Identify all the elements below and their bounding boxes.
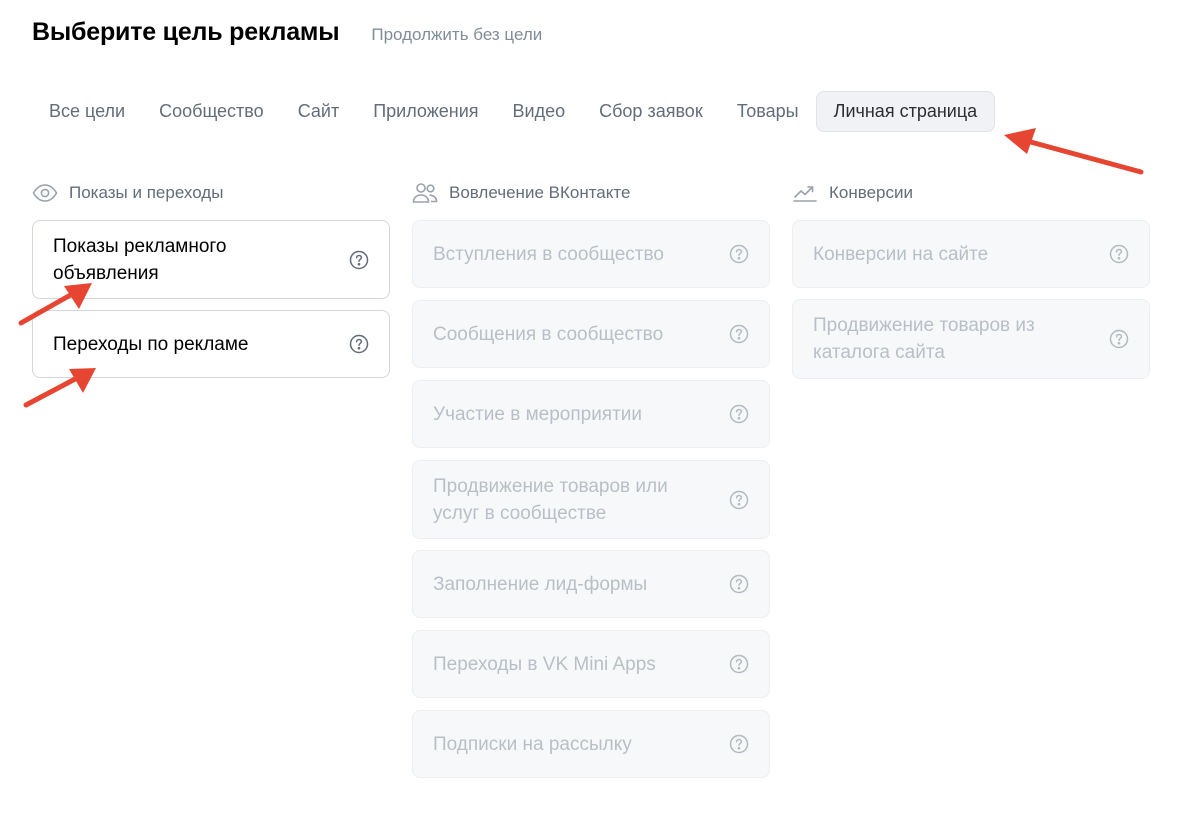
eye-icon <box>32 180 58 206</box>
column-header: Показы и переходы <box>32 180 390 206</box>
goal-card-label: Конверсии на сайте <box>813 243 989 265</box>
help-icon[interactable] <box>729 404 749 424</box>
goal-card-event-participation: Участие в мероприятии <box>412 380 770 448</box>
column-header: Конверсии <box>792 180 1150 206</box>
column-header: Вовлечение ВКонтакте <box>412 180 770 206</box>
help-icon[interactable] <box>729 734 749 754</box>
tab-personal-page[interactable]: Личная страница <box>815 91 996 132</box>
goal-card-newsletter-subscriptions: Подписки на рассылку <box>412 710 770 778</box>
help-icon[interactable] <box>729 244 749 264</box>
help-icon[interactable] <box>729 324 749 344</box>
tab-apps[interactable]: Приложения <box>356 91 495 132</box>
help-icon[interactable] <box>1109 244 1129 264</box>
tab-all-goals[interactable]: Все цели <box>32 91 142 132</box>
arrow-to-personal-page-tab <box>1004 128 1144 175</box>
goal-card-label: Переходы в VK Mini Apps <box>433 653 656 675</box>
users-icon <box>412 180 438 206</box>
help-icon[interactable] <box>349 250 369 270</box>
continue-without-goal-link[interactable]: Продолжить без цели <box>371 25 542 45</box>
tab-lead-collection[interactable]: Сбор заявок <box>582 91 720 132</box>
goal-card-community-products: Продвижение товаров или услуг в сообщест… <box>412 460 770 539</box>
goal-card-site-catalog-products: Продвижение товаров из каталога сайта <box>792 299 1150 379</box>
goal-card-label: Продвижение товаров из каталога сайта <box>813 315 1035 363</box>
goal-card-label: Сообщения в сообщество <box>433 323 664 345</box>
goal-card-ad-impressions[interactable]: Показы рекламного объявления <box>32 220 390 299</box>
goal-card-site-conversions: Конверсии на сайте <box>792 220 1150 288</box>
column-conversions: Конверсии Конверсии на сайте Продвижение… <box>792 180 1150 390</box>
tab-site[interactable]: Сайт <box>281 91 357 132</box>
goal-card-community-joins: Вступления в сообщество <box>412 220 770 288</box>
goal-card-label: Вступления в сообщество <box>433 243 664 265</box>
tab-video[interactable]: Видео <box>496 91 583 132</box>
tab-community[interactable]: Сообщество <box>142 91 281 132</box>
header: Выберите цель рекламы Продолжить без цел… <box>32 18 542 47</box>
help-icon[interactable] <box>729 574 749 594</box>
goal-card-vk-mini-apps: Переходы в VK Mini Apps <box>412 630 770 698</box>
tab-products[interactable]: Товары <box>720 91 816 132</box>
help-icon[interactable] <box>1109 329 1129 349</box>
goal-card-lead-form: Заполнение лид-формы <box>412 550 770 618</box>
column-vk-engagement: Вовлечение ВКонтакте Вступления в сообще… <box>412 180 770 790</box>
goal-card-label: Переходы по рекламе <box>53 333 249 355</box>
goal-card-label: Продвижение товаров или услуг в сообщест… <box>433 475 668 524</box>
goal-card-label: Показы рекламного объявления <box>53 235 227 284</box>
goal-card-label: Заполнение лид-формы <box>433 573 648 595</box>
page-title: Выберите цель рекламы <box>32 18 340 46</box>
goal-card-ad-clicks[interactable]: Переходы по рекламе <box>32 310 390 378</box>
column-title: Показы и переходы <box>69 183 224 202</box>
column-title: Вовлечение ВКонтакте <box>449 183 631 202</box>
trend-up-icon <box>792 180 818 206</box>
help-icon[interactable] <box>349 334 369 354</box>
column-impressions-clicks: Показы и переходы Показы рекламного объя… <box>32 180 390 389</box>
column-title: Конверсии <box>829 183 913 202</box>
goal-category-tabs: Все цели Сообщество Сайт Приложения Виде… <box>32 91 996 132</box>
goal-card-label: Участие в мероприятии <box>433 403 643 425</box>
help-icon[interactable] <box>729 490 749 510</box>
goal-card-community-messages: Сообщения в сообщество <box>412 300 770 368</box>
goal-card-label: Подписки на рассылку <box>433 733 632 755</box>
help-icon[interactable] <box>729 654 749 674</box>
